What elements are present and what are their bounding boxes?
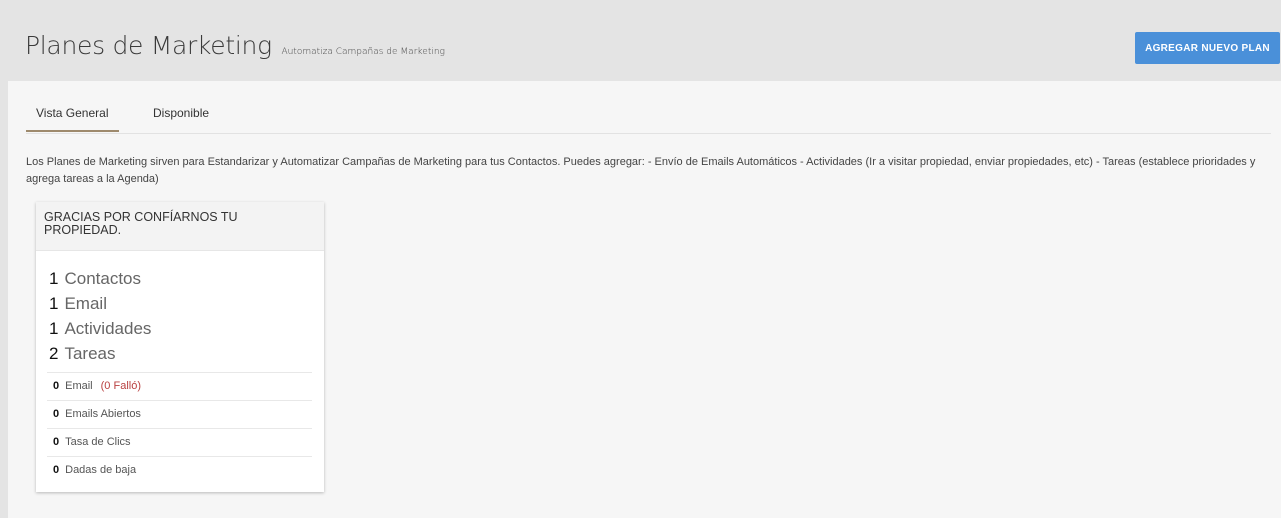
tab-bar: Vista General Disponible <box>26 104 1271 134</box>
metric-value: 0 <box>53 464 60 476</box>
stat-label: Actividades <box>64 319 152 338</box>
page-title: Planes de Marketing Automatiza Campañas … <box>25 31 445 60</box>
metric-value: 0 <box>53 436 60 448</box>
failed-count: (0 Falló) <box>100 380 141 392</box>
add-new-plan-button[interactable]: AGREGAR NUEVO PLAN <box>1135 32 1280 64</box>
metric-email: 0 Email (0 Falló) <box>47 372 312 400</box>
description-text: Los Planes de Marketing sirven para Esta… <box>26 156 1256 185</box>
big-stats: 1 Contactos 1 Email 1 Actividades 2 Tareas <box>36 251 324 366</box>
stat-value: 1 <box>49 269 59 288</box>
metric-emails-abiertos: 0 Emails Abiertos <box>47 400 312 428</box>
page-title-text: Planes de Marketing <box>25 31 272 60</box>
metric-label: Tasa de Clics <box>65 436 131 448</box>
stat-tareas: 2 Tareas <box>49 341 324 366</box>
plan-card-title[interactable]: GRACIAS POR CONFÍARNOS TU PROPIEDAD. <box>36 202 324 251</box>
plan-card[interactable]: GRACIAS POR CONFÍARNOS TU PROPIEDAD. 1 Co… <box>36 202 324 492</box>
stat-label: Contactos <box>64 269 142 288</box>
tab-disponible[interactable]: Disponible <box>143 104 219 130</box>
metric-value: 0 <box>53 408 60 420</box>
stat-value: 1 <box>49 294 59 313</box>
page-header: Planes de Marketing Automatiza Campañas … <box>8 8 1281 81</box>
metric-tasa-de-clics: 0 Tasa de Clics <box>47 428 312 456</box>
main-content: Vista General Disponible Los Planes de M… <box>8 81 1281 518</box>
metric-label: Email <box>65 380 93 392</box>
metric-label: Dadas de baja <box>65 464 137 476</box>
small-stats: 0 Email (0 Falló) 0 Emails Abiertos 0 Tasa d… <box>47 372 312 484</box>
stat-email: 1 Email <box>49 291 324 316</box>
stat-actividades: 1 Actividades <box>49 316 324 341</box>
tab-vista-general[interactable]: Vista General <box>26 104 119 132</box>
page-subtitle: Automatiza Campañas de Marketing <box>281 47 445 57</box>
metric-value: 0 <box>53 380 60 392</box>
stat-label: Tareas <box>64 344 116 363</box>
stat-value: 2 <box>49 344 59 363</box>
stat-value: 1 <box>49 319 59 338</box>
metric-dadas-de-baja: 0 Dadas de baja <box>47 456 312 484</box>
stat-label: Email <box>64 294 107 313</box>
stat-contactos: 1 Contactos <box>49 266 324 291</box>
metric-label: Emails Abiertos <box>65 408 141 420</box>
